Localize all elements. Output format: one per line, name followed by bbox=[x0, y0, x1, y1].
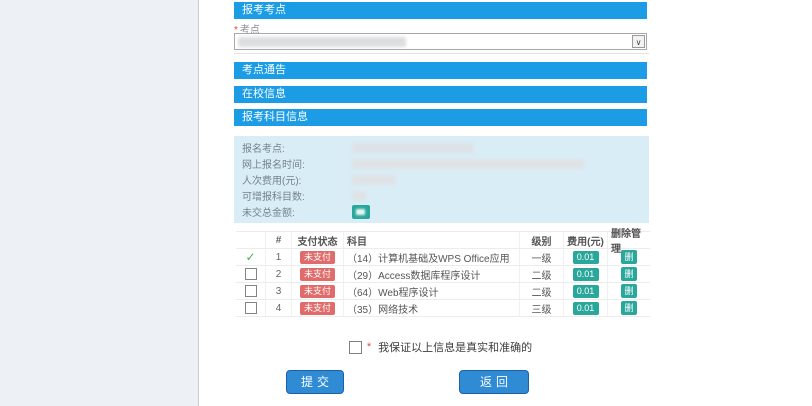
subjects-table: # 支付状态 科目 级别 费用(元) 删除管理 ✓ 1 未支付 （14）计算机基… bbox=[236, 231, 650, 317]
subject-name: （35）网络技术 bbox=[344, 300, 520, 316]
fee-badge: 0.01 bbox=[573, 285, 599, 298]
table-row: 3 未支付 （64）Web程序设计 二级 0.01 删 bbox=[236, 283, 650, 300]
info-label: 未交总金额: bbox=[242, 204, 352, 219]
row-index: 2 bbox=[266, 266, 292, 282]
status-badge: 未支付 bbox=[300, 268, 335, 281]
form-panel: 报考考点 *考点 ∨ 考点通告 在校信息 报考科目信息 报名考点: 网上报名时间… bbox=[198, 0, 812, 406]
info-label: 报名考点: bbox=[242, 140, 352, 155]
header-subject: 科目 bbox=[344, 232, 520, 248]
row-checkbox[interactable] bbox=[245, 302, 257, 314]
info-row-fee: 人次费用(元): bbox=[242, 172, 641, 187]
info-row-time: 网上报名时间: bbox=[242, 156, 641, 171]
header-fee: 费用(元) bbox=[564, 232, 608, 248]
info-label: 人次费用(元): bbox=[242, 172, 352, 187]
delete-button[interactable]: 删 bbox=[621, 301, 637, 315]
subject-level: 二级 bbox=[520, 283, 564, 299]
selected-check-icon: ✓ bbox=[245, 250, 255, 264]
delete-button[interactable]: 删 bbox=[621, 284, 637, 298]
table-header-row: # 支付状态 科目 级别 费用(元) 删除管理 bbox=[236, 232, 650, 249]
header-index: # bbox=[266, 232, 292, 248]
fee-badge: 0.01 bbox=[573, 268, 599, 281]
subject-level: 一级 bbox=[520, 249, 564, 265]
agreement-text: 我保证以上信息是真实和准确的 bbox=[378, 339, 532, 355]
redacted-select-value bbox=[238, 37, 406, 47]
header-delete: 删除管理 bbox=[608, 232, 650, 248]
header-pay-status: 支付状态 bbox=[292, 232, 344, 248]
delete-button[interactable]: 删 bbox=[621, 250, 637, 264]
required-asterisk: * bbox=[367, 341, 371, 353]
row-index: 1 bbox=[266, 249, 292, 265]
exam-site-select[interactable]: ∨ bbox=[234, 33, 647, 50]
header-select-col bbox=[236, 232, 266, 248]
redacted-value bbox=[356, 209, 365, 215]
row-checkbox[interactable] bbox=[245, 285, 257, 297]
table-row: 4 未支付 （35）网络技术 三级 0.01 删 bbox=[236, 300, 650, 317]
info-row-site: 报名考点: bbox=[242, 140, 641, 155]
redacted-value bbox=[352, 159, 584, 169]
header-level: 级别 bbox=[520, 232, 564, 248]
info-label: 可增报科目数: bbox=[242, 188, 352, 203]
submit-button[interactable]: 提交 bbox=[286, 370, 344, 394]
status-badge: 未支付 bbox=[300, 302, 335, 315]
subject-name: （29）Access数据库程序设计 bbox=[344, 266, 520, 282]
redacted-value bbox=[352, 175, 396, 185]
agreement-row: * 我保证以上信息是真实和准确的 bbox=[234, 339, 647, 355]
fee-badge: 0.01 bbox=[573, 251, 599, 264]
subject-level: 二级 bbox=[520, 266, 564, 282]
delete-button[interactable]: 删 bbox=[621, 267, 637, 281]
redacted-value bbox=[352, 191, 366, 201]
unpaid-amount-badge bbox=[352, 205, 370, 219]
registration-info-panel: 报名考点: 网上报名时间: 人次费用(元): 可增报科目数: 未交总金额: bbox=[234, 136, 649, 223]
table-row: 2 未支付 （29）Access数据库程序设计 二级 0.01 删 bbox=[236, 266, 650, 283]
divider bbox=[234, 53, 649, 54]
info-label: 网上报名时间: bbox=[242, 156, 352, 171]
section-header-site-notice[interactable]: 考点通告 bbox=[234, 62, 647, 79]
back-button[interactable]: 返回 bbox=[459, 370, 529, 394]
row-index: 3 bbox=[266, 283, 292, 299]
status-badge: 未支付 bbox=[300, 251, 335, 264]
fee-badge: 0.01 bbox=[573, 302, 599, 315]
agreement-checkbox[interactable] bbox=[349, 341, 362, 354]
page-title: 报考考点 bbox=[234, 2, 647, 19]
info-row-unpaid-total: 未交总金额: bbox=[242, 204, 641, 219]
table-row: ✓ 1 未支付 （14）计算机基础及WPS Office应用 一级 0.01 删 bbox=[236, 249, 650, 266]
subject-name: （14）计算机基础及WPS Office应用 bbox=[344, 249, 520, 265]
info-row-addable-subjects: 可增报科目数: bbox=[242, 188, 641, 203]
row-checkbox[interactable] bbox=[245, 268, 257, 280]
subject-level: 三级 bbox=[520, 300, 564, 316]
subject-name: （64）Web程序设计 bbox=[344, 283, 520, 299]
section-header-school-info[interactable]: 在校信息 bbox=[234, 86, 647, 103]
redacted-value bbox=[352, 143, 474, 153]
section-header-subject-info[interactable]: 报考科目信息 bbox=[234, 109, 647, 126]
status-badge: 未支付 bbox=[300, 285, 335, 298]
row-index: 4 bbox=[266, 300, 292, 316]
chevron-down-icon[interactable]: ∨ bbox=[632, 35, 645, 48]
